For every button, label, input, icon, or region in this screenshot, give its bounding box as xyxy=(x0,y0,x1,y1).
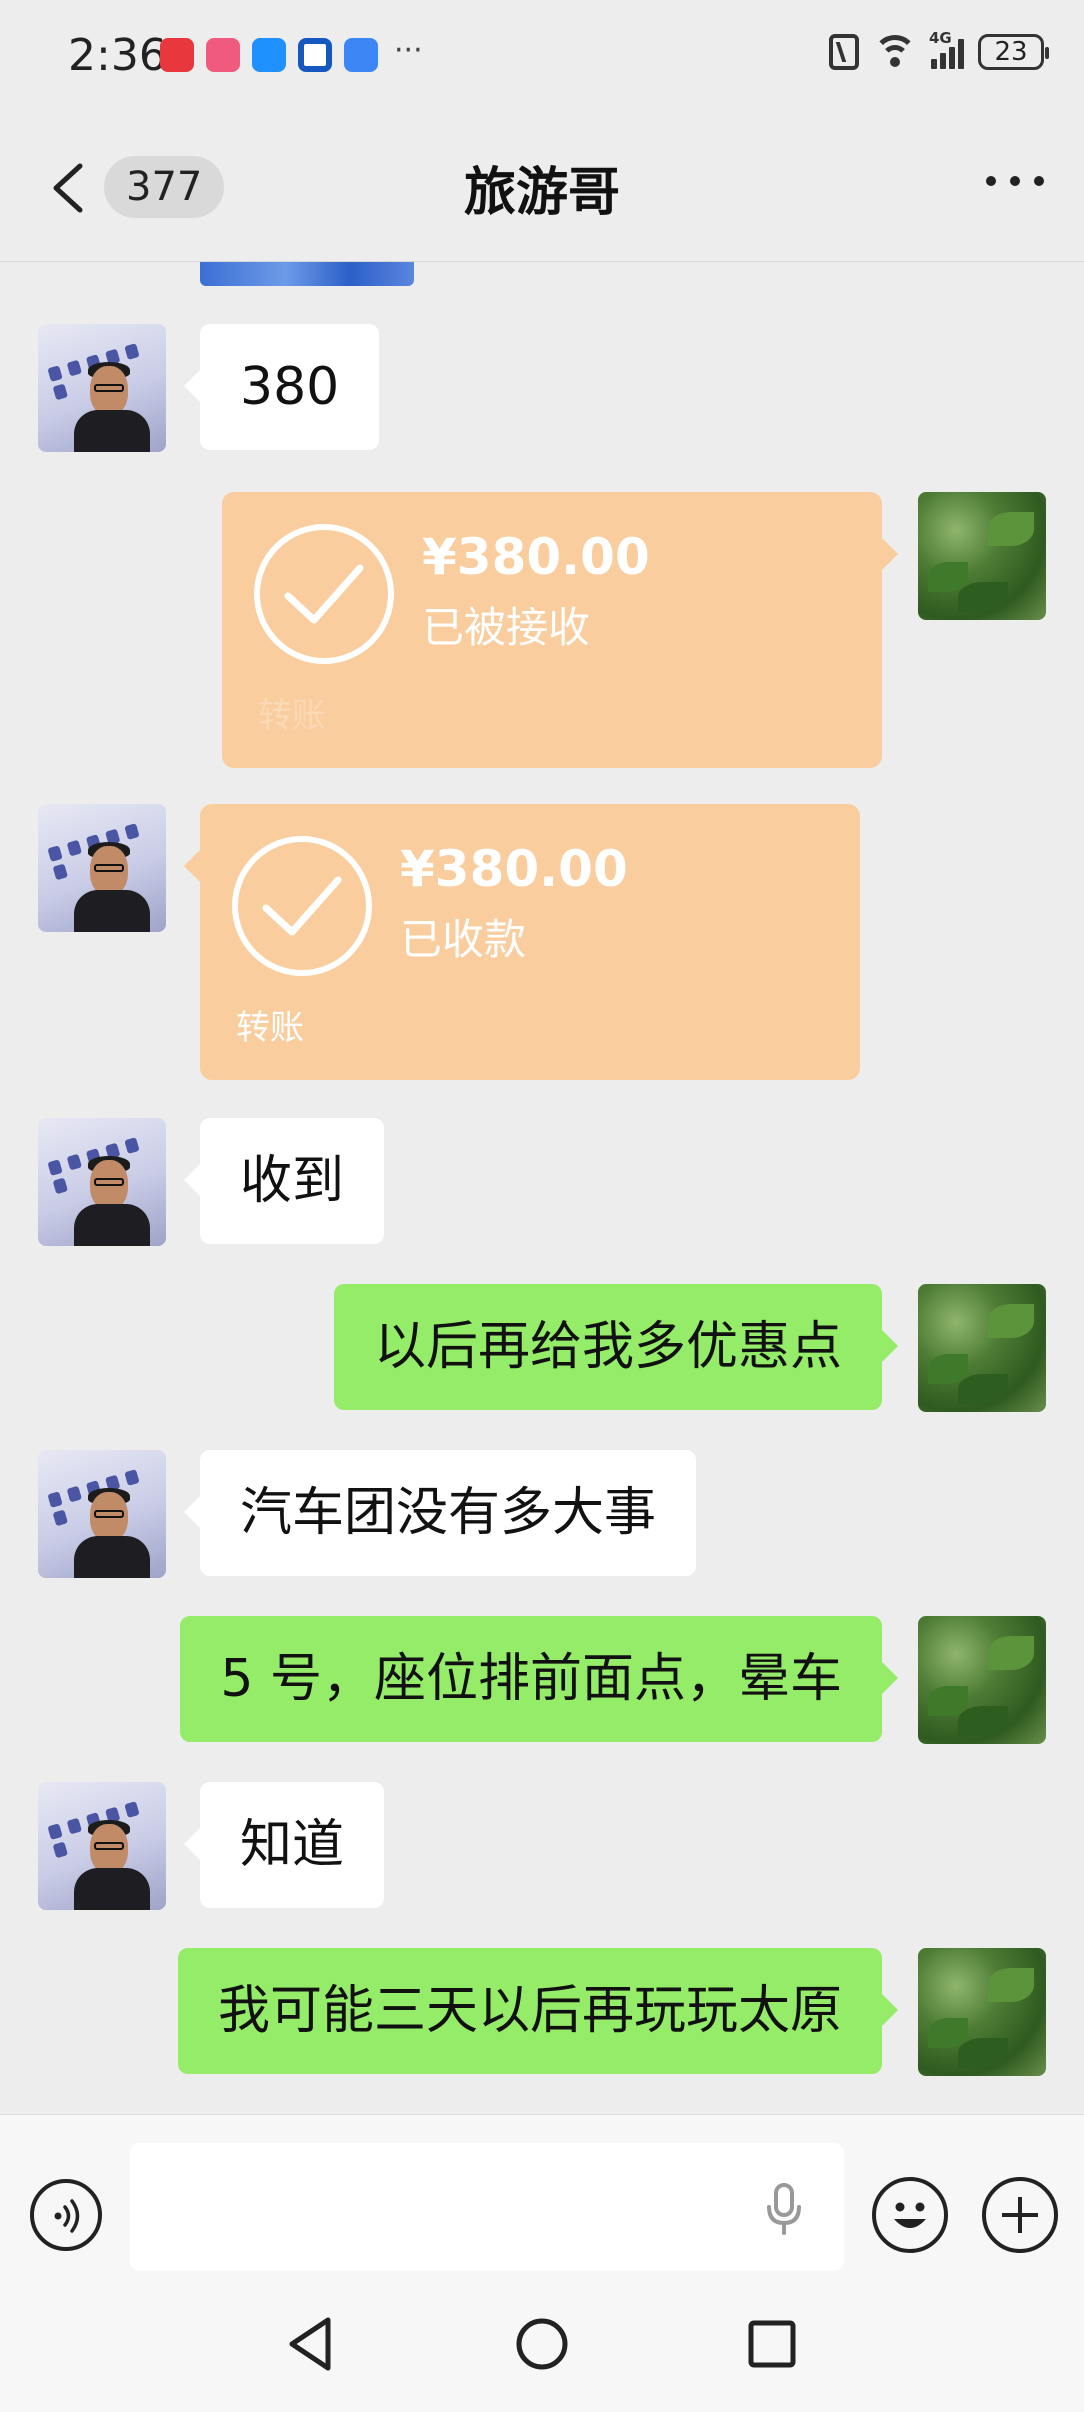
my-avatar[interactable] xyxy=(918,492,1046,620)
nfc-icon xyxy=(829,34,859,70)
image-message-partial[interactable] xyxy=(200,262,414,286)
nav-home-button[interactable] xyxy=(512,2314,572,2374)
battery-icon: 23 xyxy=(978,34,1049,70)
transfer-status: 已收款 xyxy=(400,915,527,964)
status-bar: 2:36 ··· 4G 23 xyxy=(0,0,1084,110)
chat-header: 377 旅游哥 xyxy=(0,110,1084,262)
smiley-face-icon xyxy=(894,2202,926,2228)
more-notifications-icon: ··· xyxy=(394,33,423,68)
message-bubble-outgoing[interactable]: 以后再给我多优惠点 xyxy=(333,1284,899,1410)
voice-mode-button[interactable] xyxy=(30,2179,102,2251)
message-app-icon xyxy=(252,38,286,72)
transfer-card-received[interactable]: ¥380.00 已收款 转账 xyxy=(184,804,860,1080)
upload-app-icon xyxy=(344,38,378,72)
network-type: 4G xyxy=(929,29,952,47)
more-functions-button[interactable] xyxy=(982,2177,1058,2253)
emoji-button[interactable] xyxy=(872,2177,948,2253)
system-icons: 4G 23 xyxy=(829,29,1049,70)
contact-avatar[interactable] xyxy=(38,804,166,932)
huawei-appgallery-icon xyxy=(160,38,194,72)
check-circle-icon xyxy=(254,524,394,664)
contact-avatar[interactable] xyxy=(38,324,166,452)
my-avatar[interactable] xyxy=(918,1284,1046,1412)
input-bar xyxy=(0,2114,1084,2278)
contact-avatar[interactable] xyxy=(38,1782,166,1910)
contact-avatar[interactable] xyxy=(38,1450,166,1578)
nav-back-button[interactable] xyxy=(282,2314,342,2374)
more-options-button[interactable] xyxy=(986,176,1044,186)
contact-avatar[interactable] xyxy=(38,1118,166,1246)
cellular-signal-icon: 4G xyxy=(929,29,964,69)
transfer-status: 已被接收 xyxy=(422,603,591,652)
c-app-icon xyxy=(298,38,332,72)
transfer-label: 转账 xyxy=(236,1008,304,1048)
message-bubble-incoming[interactable]: 汽车团没有多大事 xyxy=(183,1450,697,1576)
notification-icons: ··· xyxy=(160,33,423,72)
message-bubble-outgoing[interactable]: 5 号，座位排前面点，晕车 xyxy=(180,1616,898,1742)
message-bubble-outgoing[interactable]: 我可能三天以后再玩玩太原 xyxy=(177,1948,899,2074)
my-avatar[interactable] xyxy=(918,1616,1046,1744)
transfer-amount: ¥380.00 xyxy=(422,528,650,586)
microphone-icon[interactable] xyxy=(764,2181,804,2237)
nav-recents-button[interactable] xyxy=(742,2314,802,2374)
wifi-icon xyxy=(873,35,917,69)
square-recents-icon xyxy=(748,2320,796,2368)
triangle-back-icon xyxy=(289,2317,331,2371)
message-list[interactable]: 380 ¥380.00 已被接收 转账 ¥380.00 已收款 转账 收到 以后… xyxy=(0,262,1084,2114)
status-time: 2:36 xyxy=(68,30,167,81)
message-input[interactable] xyxy=(130,2143,844,2271)
battery-level: 23 xyxy=(994,37,1028,67)
transfer-label: 转账 xyxy=(258,696,326,736)
circle-home-icon xyxy=(516,2318,568,2370)
transfer-card-sent[interactable]: ¥380.00 已被接收 转账 xyxy=(222,492,898,768)
message-bubble-incoming[interactable]: 收到 xyxy=(183,1118,385,1244)
transfer-amount: ¥380.00 xyxy=(400,840,628,898)
chat-title: 旅游哥 xyxy=(463,163,620,223)
message-bubble-incoming[interactable]: 知道 xyxy=(183,1782,385,1908)
message-bubble-incoming[interactable]: 380 xyxy=(183,324,380,450)
game-app-icon xyxy=(206,38,240,72)
system-navigation-bar xyxy=(0,2278,1084,2412)
voice-wave-icon xyxy=(54,2199,80,2233)
check-circle-icon xyxy=(232,836,372,976)
more-dots-icon xyxy=(986,176,996,186)
my-avatar[interactable] xyxy=(918,1948,1046,2076)
